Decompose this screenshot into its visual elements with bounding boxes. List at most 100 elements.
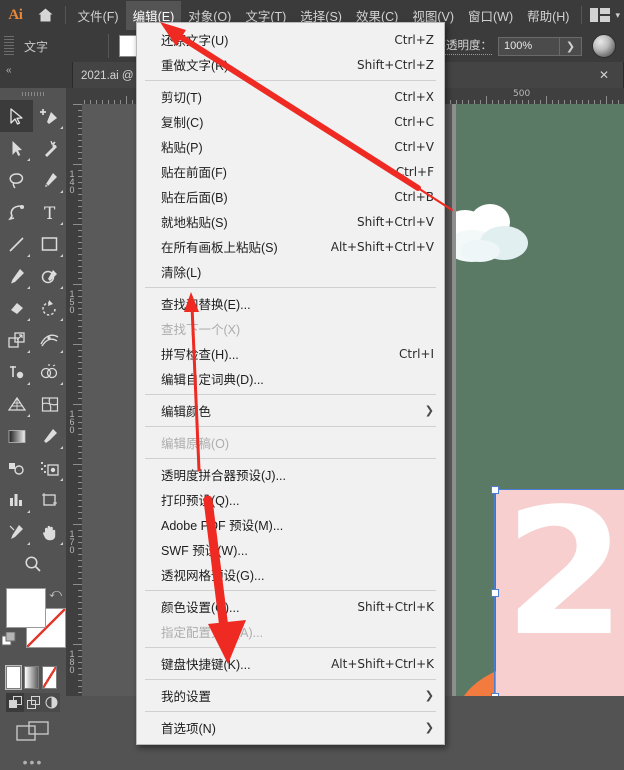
menu-row-shortcut: Alt+Shift+Ctrl+K xyxy=(331,657,434,671)
zoom-tool[interactable] xyxy=(0,548,66,580)
menu-item-8[interactable]: 帮助(H) xyxy=(520,1,576,30)
width-tool[interactable] xyxy=(33,324,66,356)
menu-separator xyxy=(145,394,436,395)
menu-item-0[interactable]: 文件(F) xyxy=(71,1,126,30)
selection-tool[interactable] xyxy=(0,100,33,132)
ruler-tick xyxy=(73,644,82,645)
column-graph-tool[interactable] xyxy=(0,484,33,516)
vertical-ruler[interactable]: 140150160170180 xyxy=(66,104,83,696)
menu-row-2-0[interactable]: 查找和替换(E)... xyxy=(137,291,444,316)
ruler-tick xyxy=(73,344,82,345)
change-screen-mode-icon[interactable] xyxy=(0,720,66,742)
menu-row-1-4[interactable]: 贴在后面(B)Ctrl+B xyxy=(137,184,444,209)
gradient-tool[interactable] xyxy=(0,420,33,452)
menu-row-label: 剪切(T) xyxy=(161,87,202,106)
ruler-label: 170 xyxy=(67,530,77,554)
rectangle-tool[interactable] xyxy=(33,228,66,260)
menu-row-shortcut: Ctrl+B xyxy=(394,190,434,204)
eraser-tool[interactable] xyxy=(0,292,33,324)
menu-separator xyxy=(145,426,436,427)
type-tool[interactable]: T xyxy=(33,196,66,228)
direct-selection-tool[interactable] xyxy=(0,132,33,164)
menu-row-2-3[interactable]: 编辑自定词典(D)... xyxy=(137,366,444,391)
ruler-tick xyxy=(73,164,82,165)
menu-row-0-0[interactable]: 还原文字(U)Ctrl+Z xyxy=(137,27,444,52)
default-fill-stroke-icon[interactable] xyxy=(2,632,17,652)
menu-row-1-6[interactable]: 在所有画板上粘贴(S)Alt+Shift+Ctrl+V xyxy=(137,234,444,259)
color-mode[interactable] xyxy=(6,666,21,689)
menu-row-label: 就地粘贴(S) xyxy=(161,212,228,231)
menu-row-5-1[interactable]: 打印预设(Q)... xyxy=(137,487,444,512)
panel-collapse-button[interactable]: « xyxy=(0,62,73,88)
selection-handle[interactable] xyxy=(491,589,499,597)
control-bar-separator xyxy=(108,34,109,58)
magic-wand-tool[interactable] xyxy=(33,132,66,164)
hand-tool[interactable] xyxy=(33,516,66,548)
more-tools-button[interactable]: ••• xyxy=(0,754,66,770)
slice-tool[interactable] xyxy=(0,516,33,548)
control-bar-grip[interactable] xyxy=(4,36,14,56)
arrange-documents-icon[interactable] xyxy=(587,0,613,30)
close-icon[interactable]: ✕ xyxy=(593,68,615,82)
chevron-right-icon: ❯ xyxy=(425,721,434,734)
perspective-grid-tool[interactable] xyxy=(0,388,33,420)
menu-row-3-0[interactable]: 编辑颜色❯ xyxy=(137,398,444,423)
menu-row-1-2[interactable]: 粘贴(P)Ctrl+V xyxy=(137,134,444,159)
menu-row-1-0[interactable]: 剪切(T) Ctrl+X xyxy=(137,84,444,109)
menu-row-6-0[interactable]: 颜色设置(G)...Shift+Ctrl+K xyxy=(137,594,444,619)
menu-row-7-0[interactable]: 键盘快捷键(K)...Alt+Shift+Ctrl+K xyxy=(137,651,444,676)
add-anchor-point-tool[interactable] xyxy=(33,100,66,132)
menu-row-1-7[interactable]: 清除(L) xyxy=(137,259,444,284)
tool-grid: T xyxy=(0,100,66,580)
ruler-tick xyxy=(606,96,607,104)
menu-row-4-0: 编辑原稿(O) xyxy=(137,430,444,455)
menu-row-label: 透视网格预设(G)... xyxy=(161,565,264,584)
ruler-tick xyxy=(73,464,82,465)
blend-tool[interactable] xyxy=(0,452,33,484)
none-mode[interactable] xyxy=(42,666,57,689)
fill-color-box[interactable] xyxy=(6,588,46,628)
menu-row-label: 拼写检查(H)... xyxy=(161,344,239,363)
opacity-input[interactable]: 100% xyxy=(498,37,560,56)
symbol-sprayer-tool[interactable] xyxy=(33,452,66,484)
opacity-flyout-icon[interactable]: ❯ xyxy=(560,37,582,56)
menu-row-5-3[interactable]: SWF 预设(W)... xyxy=(137,537,444,562)
menu-row-5-0[interactable]: 透明度拼合器预设(J)... xyxy=(137,462,444,487)
free-transform-tool[interactable] xyxy=(0,356,33,388)
menu-row-0-1[interactable]: 重做文字(R)Shift+Ctrl+Z xyxy=(137,52,444,77)
menu-row-9-0[interactable]: 首选项(N)❯ xyxy=(137,715,444,740)
shaper-tool[interactable] xyxy=(33,260,66,292)
toolbox-panel: T ⤺ ••• xyxy=(0,88,67,696)
ruler-tick xyxy=(546,96,547,104)
home-icon[interactable] xyxy=(31,0,60,30)
paintbrush-tool[interactable] xyxy=(0,260,33,292)
ruler-tick xyxy=(126,96,127,104)
selection-handle[interactable] xyxy=(491,486,499,494)
menu-row-shortcut: Ctrl+X xyxy=(394,90,434,104)
appearance-sphere-icon[interactable] xyxy=(592,34,616,58)
curvature-tool[interactable] xyxy=(0,196,33,228)
toolbox-drag-handle[interactable] xyxy=(0,88,66,100)
menu-separator xyxy=(145,711,436,712)
artboard-tool[interactable] xyxy=(33,484,66,516)
menu-item-7[interactable]: 窗口(W) xyxy=(461,1,520,30)
menu-row-5-2[interactable]: Adobe PDF 预设(M)... xyxy=(137,512,444,537)
swap-fill-stroke-icon[interactable]: ⤺ xyxy=(49,586,62,601)
arrange-caret-icon[interactable]: ▾ xyxy=(613,10,620,21)
scale-tool[interactable] xyxy=(0,324,33,356)
shape-builder-tool[interactable] xyxy=(33,356,66,388)
rotate-tool[interactable] xyxy=(33,292,66,324)
menu-row-1-5[interactable]: 就地粘贴(S)Shift+Ctrl+V xyxy=(137,209,444,234)
menu-row-1-1[interactable]: 复制(C)Ctrl+C xyxy=(137,109,444,134)
ruler-tick xyxy=(73,584,82,585)
gradient-mode[interactable] xyxy=(24,666,39,689)
menu-row-label: Adobe PDF 预设(M)... xyxy=(161,515,283,534)
menu-row-1-3[interactable]: 贴在前面(F)Ctrl+F xyxy=(137,159,444,184)
mesh-tool[interactable] xyxy=(33,388,66,420)
eyedropper-tool[interactable] xyxy=(33,420,66,452)
menu-row-5-4[interactable]: 透视网格预设(G)... xyxy=(137,562,444,587)
line-segment-tool[interactable] xyxy=(0,228,33,260)
pen-tool[interactable] xyxy=(33,164,66,196)
menu-row-2-2[interactable]: 拼写检查(H)...Ctrl+I xyxy=(137,341,444,366)
lasso-tool[interactable] xyxy=(0,164,33,196)
